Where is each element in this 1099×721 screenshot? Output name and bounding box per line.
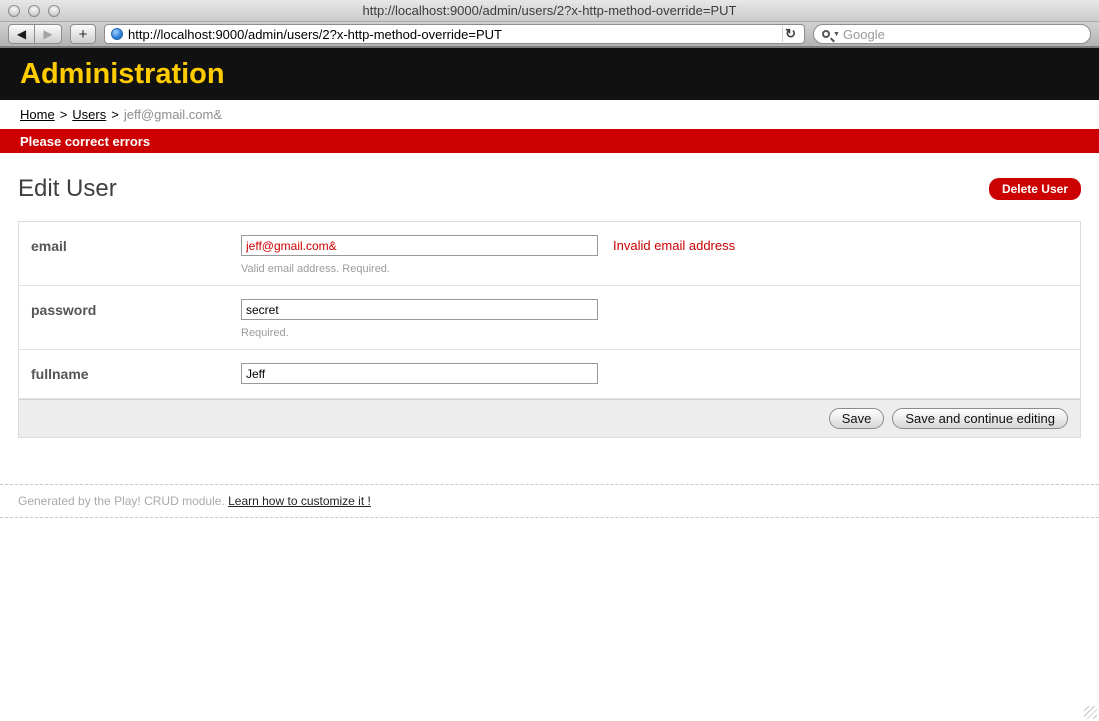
forward-icon: ▶ [43,27,52,41]
reload-icon[interactable]: ↻ [782,26,798,42]
footer-text: Generated by the Play! CRUD module. [18,494,225,508]
breadcrumb: Home > Users > jeff@gmail.com& [0,100,1099,129]
breadcrumb-home-link[interactable]: Home [20,107,55,122]
email-field[interactable] [241,235,598,256]
email-hint: Valid email address. Required. [241,263,1068,275]
delete-user-button[interactable]: Delete User [989,178,1081,200]
search-input[interactable] [843,27,1082,42]
password-label: password [31,299,241,339]
search-icon [822,30,830,38]
search-bar[interactable]: ▼ [813,24,1091,44]
error-banner-text: Please correct errors [0,134,150,149]
breadcrumb-separator: > [111,107,119,122]
password-field-area: Required. [241,299,1068,339]
page-header: Edit User Delete User [18,175,1081,203]
nav-button-group: ◀ ▶ [8,24,62,44]
footer-customize-link[interactable]: Learn how to customize it ! [228,494,371,508]
fullname-field[interactable] [241,363,598,384]
email-label: email [31,235,241,275]
new-tab-button[interactable]: + [70,24,96,44]
email-error-message: Invalid email address [613,238,735,253]
resize-grip[interactable] [1084,706,1097,719]
back-icon: ◀ [17,27,26,41]
window-titlebar: http://localhost:9000/admin/users/2?x-ht… [0,0,1099,22]
form-row-email: email Invalid email address Valid email … [19,222,1080,286]
password-field[interactable] [241,299,598,320]
fullname-input-line [241,363,1068,384]
url-input[interactable] [128,27,777,42]
edit-user-form: email Invalid email address Valid email … [18,221,1081,438]
password-input-line [241,299,1068,320]
app-header: Administration [0,48,1099,100]
fullname-field-area [241,363,1068,384]
password-hint: Required. [241,327,1068,339]
back-button[interactable]: ◀ [8,24,35,44]
form-row-password: password Required. [19,286,1080,350]
form-row-fullname: fullname [19,350,1080,399]
save-and-continue-button[interactable]: Save and continue editing [892,408,1068,429]
address-bar[interactable]: ↻ [104,24,805,44]
email-field-area: Invalid email address Valid email addres… [241,235,1068,275]
plus-icon: + [79,26,88,43]
form-actions: Save Save and continue editing [19,399,1080,437]
email-input-line: Invalid email address [241,235,1068,256]
error-banner: Please correct errors [0,129,1099,153]
globe-favicon-icon [111,28,123,40]
fullname-label: fullname [31,363,241,384]
save-button[interactable]: Save [829,408,885,429]
browser-toolbar: ◀ ▶ + ↻ ▼ [0,22,1099,48]
page-title: Edit User [18,175,117,203]
forward-button[interactable]: ▶ [35,24,62,44]
breadcrumb-current: jeff@gmail.com& [124,107,222,122]
search-dropdown-icon[interactable]: ▼ [833,31,840,38]
breadcrumb-separator: > [60,107,68,122]
app-title: Administration [0,58,225,91]
window-title: http://localhost:9000/admin/users/2?x-ht… [0,3,1099,18]
crud-footer: Generated by the Play! CRUD module. Lear… [0,484,1099,518]
breadcrumb-users-link[interactable]: Users [72,107,106,122]
